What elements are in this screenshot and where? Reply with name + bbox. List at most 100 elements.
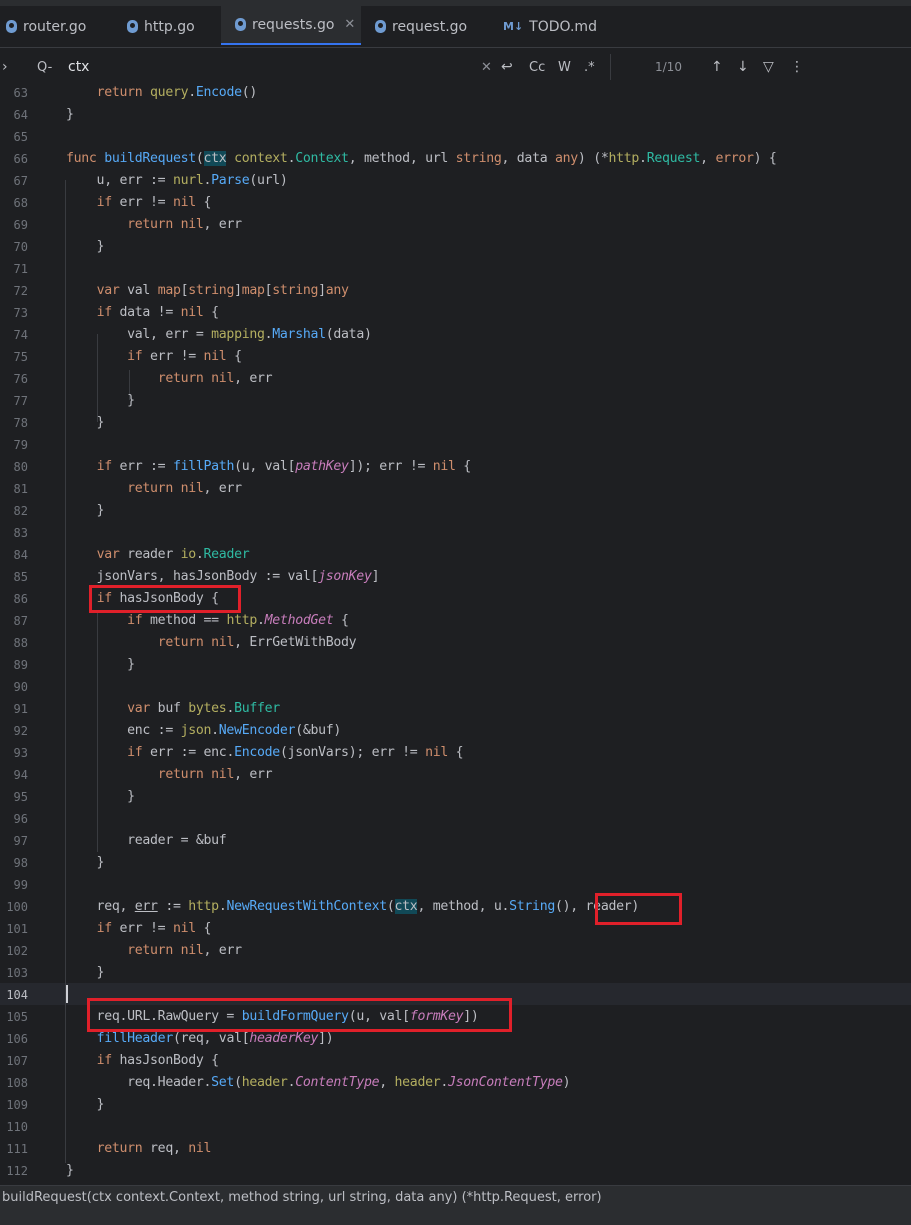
code-line: return req, nil: [96, 1141, 212, 1156]
line-number: 86: [13, 592, 28, 606]
line-number: 87: [13, 614, 28, 628]
code-line: }: [66, 503, 105, 518]
line-number: 94: [13, 768, 28, 782]
markdown-icon: M↓: [503, 20, 524, 33]
code-line: req.Header.Set(header.ContentType, heade…: [66, 1075, 571, 1090]
search-icon[interactable]: Q-: [37, 48, 52, 86]
match-case-button[interactable]: Cc: [529, 48, 545, 86]
code-line: return nil, err: [157, 371, 273, 386]
tab-http-go[interactable]: http.go: [127, 6, 195, 47]
regex-button[interactable]: .*: [584, 48, 595, 86]
clear-icon[interactable]: ✕: [481, 48, 492, 86]
code-line: if method == http.MethodGet {: [127, 613, 349, 628]
line-number: 72: [13, 284, 28, 298]
line-number: 111: [6, 1142, 28, 1156]
tab-todo-md[interactable]: M↓ TODO.md: [503, 6, 597, 47]
tab-router-go[interactable]: router.go: [6, 6, 86, 47]
line-number: 99: [13, 878, 28, 892]
tab-requests-go[interactable]: requests.go ✕: [221, 6, 361, 45]
tab-label: router.go: [23, 18, 87, 35]
line-number: 105: [6, 1010, 28, 1024]
line-number: 106: [6, 1032, 28, 1046]
line-number: 97: [13, 834, 28, 848]
code-line: func buildRequest(ctx context.Context, m…: [66, 151, 777, 166]
match-count: 1/10: [655, 60, 682, 74]
code-line: return query.Encode(): [96, 85, 258, 100]
line-number: 82: [13, 504, 28, 518]
filter-icon[interactable]: ▽: [763, 48, 774, 86]
code-line: val, err = mapping.Marshal(data): [66, 327, 372, 342]
code-line: var val map[string]map[string]any: [96, 283, 349, 298]
line-number: 84: [13, 548, 28, 562]
line-number: 103: [6, 966, 28, 980]
arrow-up-icon[interactable]: ↑: [711, 48, 723, 86]
code-line: var buf bytes.Buffer: [127, 701, 280, 716]
annotation-box-hasjsonbody: [89, 585, 241, 613]
newline-icon[interactable]: ↩: [501, 48, 513, 86]
code-line: return nil, err: [127, 217, 242, 232]
status-bar: buildRequest(ctx context.Context, method…: [0, 1185, 911, 1225]
tab-request-go[interactable]: request.go: [375, 6, 467, 47]
line-number: 74: [13, 328, 28, 342]
line-number: 98: [13, 856, 28, 870]
line-number: 68: [13, 196, 28, 210]
code-line: if data != nil {: [96, 305, 220, 320]
code-line: return nil, err: [157, 767, 273, 782]
code-line: jsonVars, hasJsonBody := val[jsonKey]: [66, 569, 380, 584]
line-number: 112: [6, 1164, 28, 1178]
line-number: 81: [13, 482, 28, 496]
line-number: 85: [13, 570, 28, 584]
code-line: return nil, err: [127, 943, 242, 958]
close-icon[interactable]: ✕: [344, 17, 355, 32]
search-input[interactable]: ctx: [68, 48, 89, 86]
line-number: 91: [13, 702, 28, 716]
code-line: return nil, ErrGetWithBody: [157, 635, 357, 650]
line-number: 75: [13, 350, 28, 364]
line-number: 89: [13, 658, 28, 672]
gopher-icon: [6, 20, 17, 33]
line-number: 101: [6, 922, 28, 936]
line-number: 66: [13, 152, 28, 166]
arrow-down-icon[interactable]: ↓: [737, 48, 749, 86]
code-editor[interactable]: 63 64 65 66 67 68 69 70 71 72 73 74 75 7…: [0, 85, 911, 1184]
tab-label: requests.go: [252, 16, 335, 33]
line-number: 67: [13, 174, 28, 188]
chevron-right-icon[interactable]: ›: [2, 48, 8, 86]
line-number: 80: [13, 460, 28, 474]
code-line: req, err := http.NewRequestWithContext(c…: [66, 899, 640, 914]
line-number: 110: [6, 1120, 28, 1134]
line-number: 73: [13, 306, 28, 320]
code-line: if err != nil {: [127, 349, 242, 364]
find-bar: › Q- ctx ✕ ↩ Cc W .* 1/10 ↑ ↓ ▽ ⋮: [0, 48, 911, 87]
function-signature: buildRequest(ctx context.Context, method…: [2, 1190, 602, 1205]
code-line: }: [66, 965, 105, 980]
text-caret: [66, 985, 68, 1003]
code-line: }: [66, 1097, 105, 1112]
code-line: if hasJsonBody {: [96, 1053, 220, 1068]
line-number: 96: [13, 812, 28, 826]
line-number: 95: [13, 790, 28, 804]
code-line: fillHeader(req, val[headerKey]): [96, 1031, 334, 1046]
line-number: 92: [13, 724, 28, 738]
line-number: 79: [13, 438, 28, 452]
line-number: 108: [6, 1076, 28, 1090]
code-line: }: [66, 789, 135, 804]
gopher-icon: [235, 18, 246, 31]
line-number: 88: [13, 636, 28, 650]
more-icon[interactable]: ⋮: [790, 48, 804, 86]
line-number: 90: [13, 680, 28, 694]
line-number: 65: [13, 130, 28, 144]
line-number: 83: [13, 526, 28, 540]
code-line: reader = &buf: [66, 833, 227, 848]
code-line: if err != nil {: [96, 921, 212, 936]
line-number: 100: [6, 900, 28, 914]
line-number: 69: [13, 218, 28, 232]
line-number: 78: [13, 416, 28, 430]
code-line: return nil, err: [127, 481, 242, 496]
line-number: 70: [13, 240, 28, 254]
line-number: 107: [6, 1054, 28, 1068]
tab-label: TODO.md: [529, 18, 597, 35]
line-number: 71: [13, 262, 28, 276]
editor-tab-bar: router.go http.go requests.go ✕ request.…: [0, 6, 911, 48]
whole-words-button[interactable]: W: [558, 48, 571, 86]
